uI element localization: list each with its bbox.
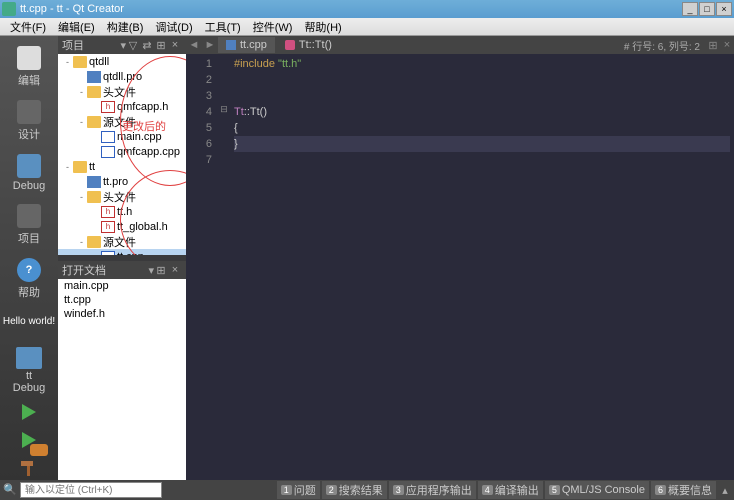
output-tab[interactable]: 6概要信息: [651, 481, 716, 499]
close-editor-icon[interactable]: ×: [720, 39, 734, 51]
close-panel-icon[interactable]: ×: [168, 264, 182, 276]
fold-column[interactable]: ⊟: [218, 54, 230, 480]
tree-node[interactable]: tt.cpp: [58, 249, 186, 255]
menu-item[interactable]: 工具(T): [199, 17, 247, 37]
editor-tabbar: ◄ ► tt.cpp Tt::Tt() # 行号: 6, 列号: 2 ⊞ ×: [186, 36, 734, 54]
code-editor[interactable]: 1234567 ⊟ #include "tt.h"Tt::Tt(){}: [186, 54, 734, 480]
tree-node[interactable]: -源文件: [58, 114, 186, 129]
project-tree[interactable]: 更改后的 默认的 -qtdllqtdll.pro-头文件hqmfcapp.h-源…: [58, 54, 186, 255]
editor-area: ◄ ► tt.cpp Tt::Tt() # 行号: 6, 列号: 2 ⊞ × 1…: [186, 36, 734, 480]
output-tab[interactable]: 2搜索结果: [322, 481, 387, 499]
project-panel-header: 项目 ▾ ▽ ⇄ ⊞ ×: [58, 36, 186, 54]
mode-debug[interactable]: Debug: [5, 150, 53, 196]
mode-edit[interactable]: 编辑: [5, 42, 53, 92]
mode-help[interactable]: ?帮助: [5, 254, 53, 304]
side-panel: 项目 ▾ ▽ ⇄ ⊞ × 更改后的 默认的 -qtdllqtdll.pro-头文…: [58, 36, 186, 480]
line-numbers: 1234567: [186, 54, 218, 480]
open-docs-header: 打开文档 ▾ ⊞ ×: [58, 261, 186, 279]
mode-project[interactable]: 项目: [5, 200, 53, 250]
window-title: tt.cpp - tt - Qt Creator: [20, 3, 682, 15]
menu-bar: 文件(F)编辑(E)构建(B)调试(D)工具(T)控件(W)帮助(H): [0, 18, 734, 36]
tree-node[interactable]: qmfcapp.cpp: [58, 144, 186, 159]
split-editor-icon[interactable]: ⊞: [706, 39, 720, 52]
split-icon[interactable]: ⊞: [154, 264, 168, 277]
minimize-button[interactable]: _: [682, 2, 698, 16]
output-tab[interactable]: 5QML/JS Console: [545, 481, 649, 499]
menu-item[interactable]: 帮助(H): [298, 17, 347, 37]
close-panel-icon[interactable]: ×: [168, 39, 182, 51]
symbol-crumb[interactable]: Tt::Tt(): [277, 39, 618, 51]
close-button[interactable]: ×: [716, 2, 732, 16]
output-tab[interactable]: 3应用程序输出: [389, 481, 476, 499]
split-icon[interactable]: ⊞: [154, 39, 168, 52]
open-doc-item[interactable]: windef.h: [58, 307, 186, 321]
output-tab[interactable]: 1问题: [277, 481, 320, 499]
tree-node[interactable]: -源文件: [58, 234, 186, 249]
hello-text: Hello world!: [3, 316, 55, 327]
open-doc-item[interactable]: main.cpp: [58, 279, 186, 293]
tree-node[interactable]: htt_global.h: [58, 219, 186, 234]
tree-node[interactable]: qtdll.pro: [58, 69, 186, 84]
tree-node[interactable]: main.cpp: [58, 129, 186, 144]
window-titlebar: tt.cpp - tt - Qt Creator _ □ ×: [0, 0, 734, 18]
filter-icon[interactable]: ▽: [126, 39, 140, 52]
menu-item[interactable]: 调试(D): [149, 17, 198, 37]
nav-back-icon[interactable]: ◄: [186, 39, 202, 51]
locator-input[interactable]: [20, 482, 162, 498]
mode-design[interactable]: 设计: [5, 96, 53, 146]
kit-selector[interactable]: ttDebug: [5, 345, 53, 396]
maximize-button[interactable]: □: [699, 2, 715, 16]
source-text[interactable]: #include "tt.h"Tt::Tt(){}: [230, 54, 734, 480]
run-button[interactable]: [14, 400, 44, 424]
sync-icon[interactable]: ⇄: [140, 39, 154, 52]
tree-node[interactable]: -qtdll: [58, 54, 186, 69]
output-expand-icon[interactable]: ▴: [718, 484, 732, 497]
app-icon: [2, 2, 16, 16]
file-tab[interactable]: tt.cpp: [218, 37, 275, 53]
nav-fwd-icon[interactable]: ►: [202, 39, 218, 51]
open-docs-list[interactable]: main.cpptt.cppwindef.h: [58, 279, 186, 480]
output-tab[interactable]: 4编译输出: [478, 481, 543, 499]
bottom-bar: 🔍 1问题2搜索结果3应用程序输出4编译输出5QML/JS Console6概要…: [0, 480, 734, 500]
tree-node[interactable]: -tt: [58, 159, 186, 174]
line-col-info: # 行号: 6, 列号: 2: [618, 38, 706, 53]
menu-item[interactable]: 构建(B): [101, 17, 150, 37]
tree-node[interactable]: tt.pro: [58, 174, 186, 189]
build-button[interactable]: [14, 456, 44, 480]
tree-node[interactable]: hqmfcapp.h: [58, 99, 186, 114]
menu-item[interactable]: 文件(F): [4, 17, 52, 37]
tree-node[interactable]: -头文件: [58, 84, 186, 99]
menu-item[interactable]: 控件(W): [247, 17, 299, 37]
method-icon: [285, 40, 295, 50]
debug-run-button[interactable]: [14, 428, 44, 452]
menu-item[interactable]: 编辑(E): [52, 17, 101, 37]
open-doc-item[interactable]: tt.cpp: [58, 293, 186, 307]
mode-bar: 编辑 设计 Debug 项目 ?帮助 Hello world! ttDebug: [0, 36, 58, 480]
tree-node[interactable]: -头文件: [58, 189, 186, 204]
search-icon[interactable]: 🔍: [2, 483, 18, 497]
tree-node[interactable]: htt.h: [58, 204, 186, 219]
